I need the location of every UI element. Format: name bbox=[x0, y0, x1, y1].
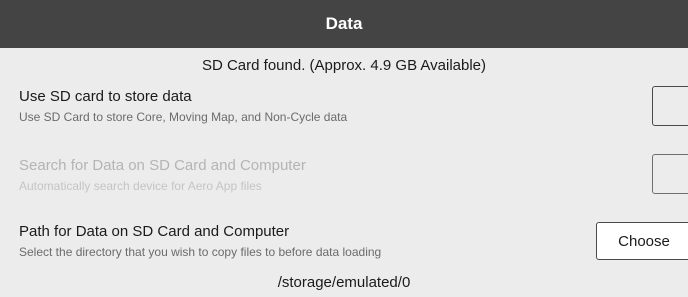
sd-card-status: SD Card found. (Approx. 4.9 GB Available… bbox=[201, 57, 487, 74]
page-title: Data bbox=[325, 14, 363, 33]
search-data-checkbox[interactable] bbox=[652, 154, 688, 194]
setting-use-sd-card-subtitle: Use SD Card to store Core, Moving Map, a… bbox=[19, 110, 348, 124]
choose-path-button[interactable]: Choose bbox=[596, 222, 688, 260]
use-sd-card-checkbox[interactable] bbox=[652, 86, 688, 126]
setting-data-path-title: Path for Data on SD Card and Computer bbox=[19, 223, 290, 240]
setting-search-data-title: Search for Data on SD Card and Computer bbox=[19, 157, 306, 174]
selected-path: /storage/emulated/0 bbox=[277, 274, 411, 291]
setting-use-sd-card-title: Use SD card to store data bbox=[19, 88, 192, 105]
title-bar: Data bbox=[0, 0, 688, 48]
setting-data-path-subtitle: Select the directory that you wish to co… bbox=[19, 245, 382, 259]
setting-search-data-subtitle: Automatically search device for Aero App… bbox=[19, 179, 262, 193]
